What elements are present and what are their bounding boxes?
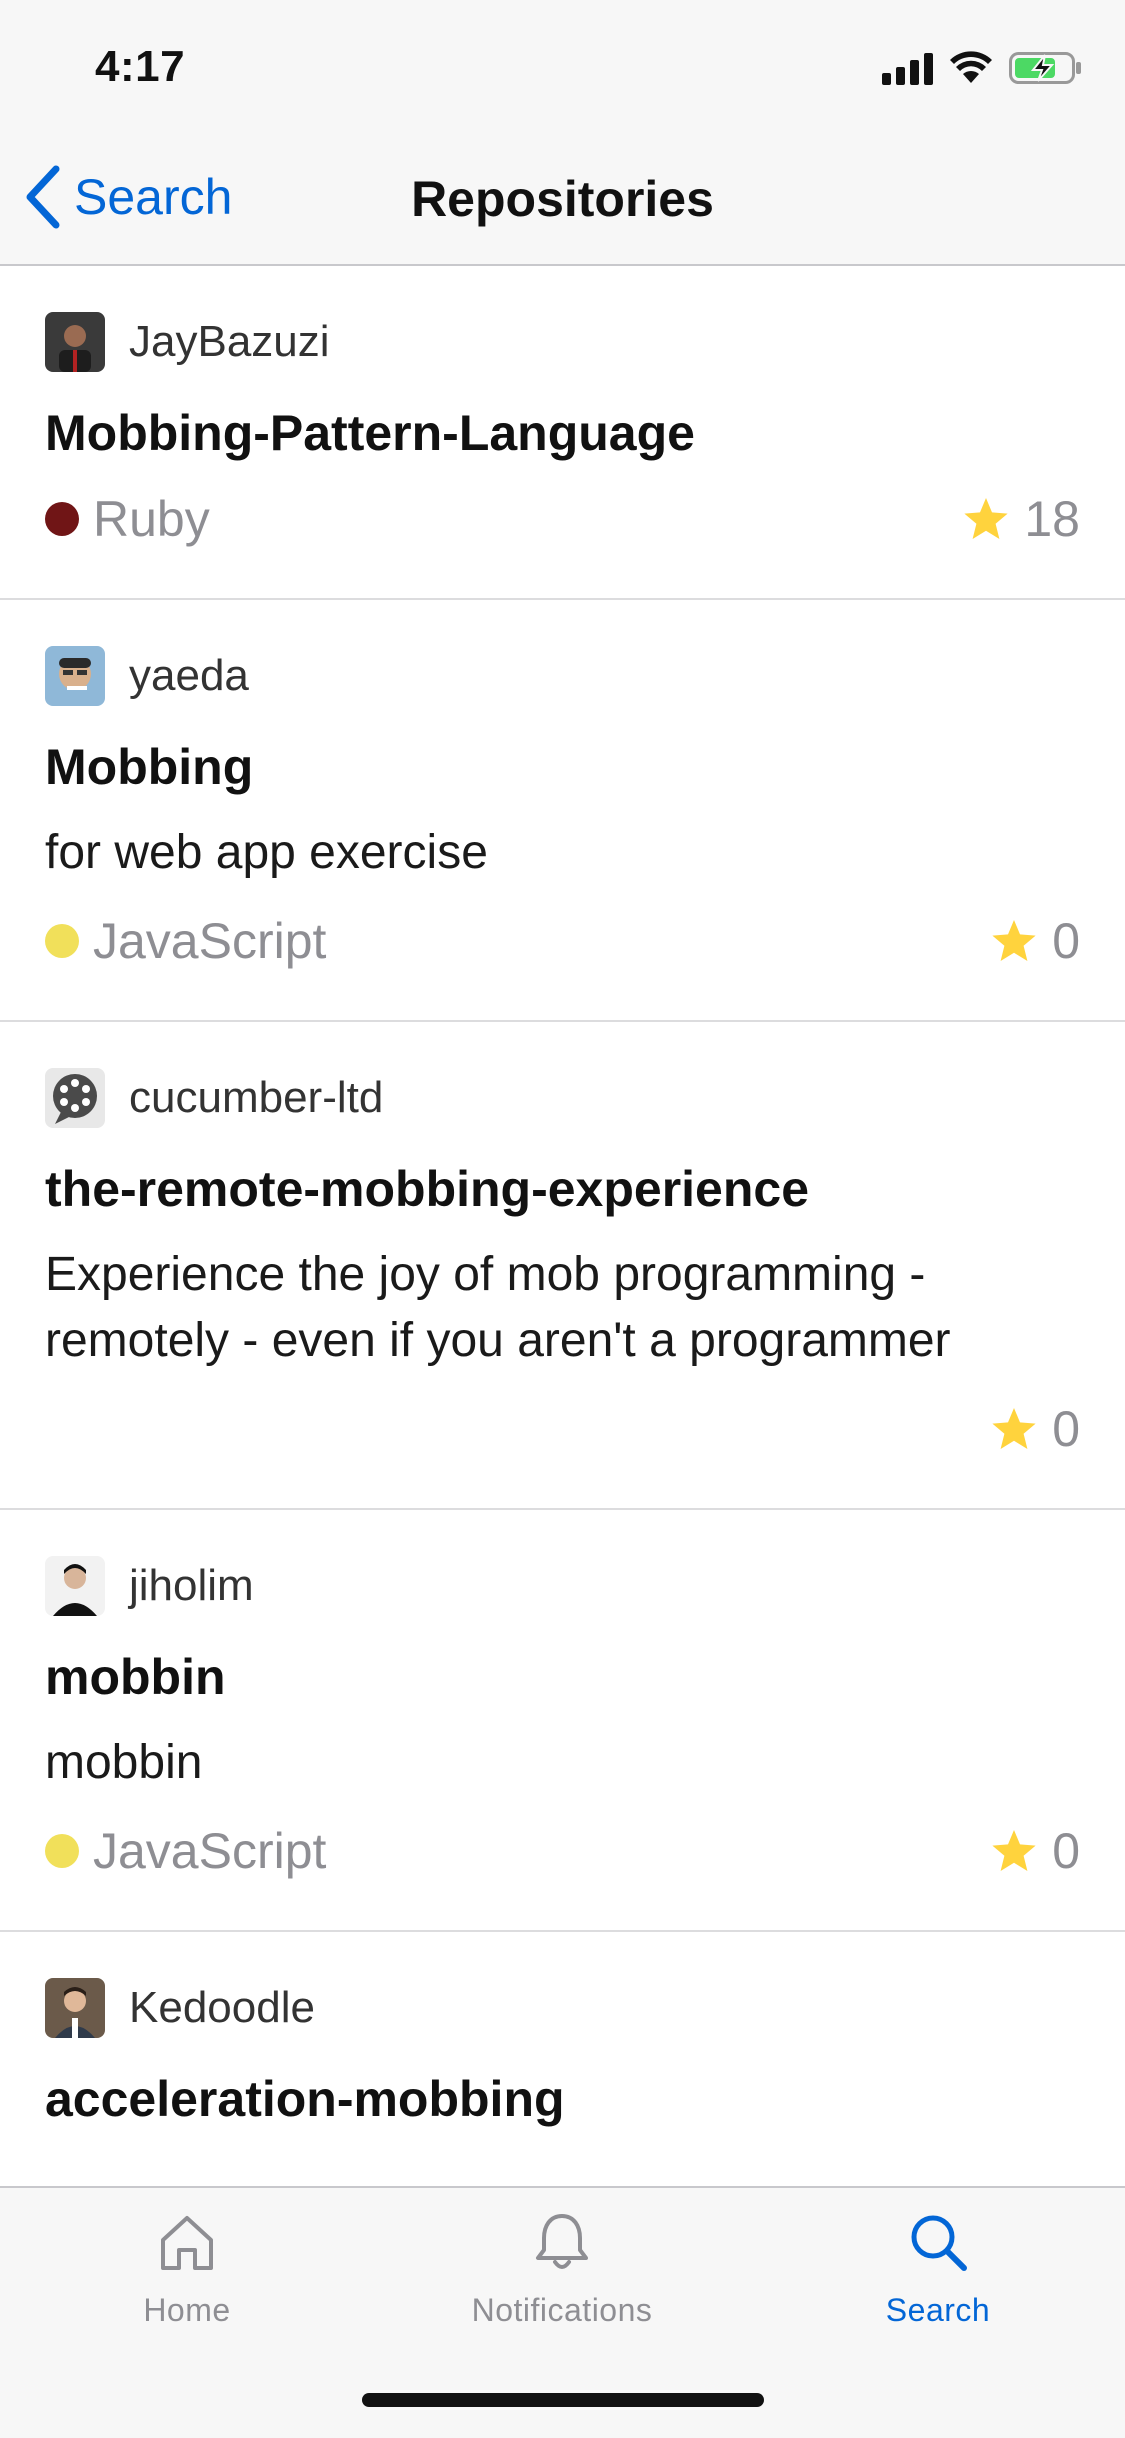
language-color-dot (45, 1834, 79, 1868)
repository-meta: JavaScript 0 (45, 906, 1080, 976)
star-count: 18 (1024, 491, 1080, 547)
repository-description: mobbin (45, 1736, 203, 1789)
language-label: JavaScript (93, 913, 327, 969)
tab-notifications-label: Notifications (471, 2292, 653, 2328)
bell-icon (536, 2214, 588, 2269)
avatar[interactable] (45, 1978, 105, 2038)
avatar[interactable] (45, 312, 105, 372)
star-icon (992, 920, 1036, 961)
star-count-group: 18 (962, 484, 1080, 554)
star-count: 0 (1052, 913, 1080, 969)
owner-row: Kedoodle (45, 1976, 1080, 2040)
repository-name[interactable]: the-remote-mobbing-experience (45, 1158, 1080, 1220)
repository-meta: Ruby 18 (45, 484, 1080, 554)
star-icon (992, 1830, 1036, 1871)
repository-description: Experience the joy of mob programming - … (45, 1248, 951, 1367)
star-icon (992, 1408, 1036, 1449)
owner-row: cucumber-ltd (45, 1066, 1080, 1130)
home-icon (161, 2216, 213, 2270)
star-count-group: 0 (990, 1394, 1080, 1464)
owner-row: JayBazuzi (45, 310, 1080, 374)
search-icon (911, 2215, 967, 2271)
star-count-group: 0 (990, 906, 1080, 976)
repository-description: for web app exercise (45, 826, 488, 879)
language-color-dot (45, 924, 79, 958)
avatar[interactable] (45, 646, 105, 706)
owner-name[interactable]: cucumber-ltd (129, 1073, 383, 1123)
avatar[interactable] (45, 1556, 105, 1616)
status-time: 4:17 (95, 42, 186, 91)
repository-meta: JavaScript 0 (45, 1816, 1080, 1886)
language-color-dot (45, 502, 79, 536)
status-icons (882, 50, 1083, 86)
tab-search[interactable]: Search (788, 2210, 1088, 2329)
repository-name[interactable]: acceleration-mobbing (45, 2068, 1080, 2130)
repository-row[interactable]: Kedoodle acceleration-mobbing (0, 1932, 1125, 2130)
wifi-icon (950, 51, 992, 83)
repository-name[interactable]: mobbin (45, 1646, 1080, 1708)
tab-notifications[interactable]: Notifications (412, 2210, 712, 2329)
repository-meta: 0 (45, 1394, 1080, 1464)
owner-row: jiholim (45, 1554, 1080, 1618)
owner-name[interactable]: JayBazuzi (129, 317, 330, 367)
avatar[interactable] (45, 1068, 105, 1128)
language-label: JavaScript (93, 1823, 327, 1879)
status-bar: 4:17 (0, 0, 1125, 132)
tab-search-label: Search (885, 2292, 991, 2328)
cellular-signal-icon (882, 51, 933, 85)
repository-row[interactable]: cucumber-ltd the-remote-mobbing-experien… (0, 1022, 1125, 1510)
repository-name[interactable]: Mobbing-Pattern-Language (45, 402, 1080, 464)
tab-home[interactable]: Home (37, 2210, 337, 2329)
owner-name[interactable]: jiholim (129, 1561, 254, 1611)
battery-charging-icon (1009, 52, 1081, 84)
repository-row[interactable]: jiholim mobbin mobbin JavaScript 0 (0, 1510, 1125, 1932)
page-title: Repositories (411, 171, 714, 227)
star-count: 0 (1052, 1823, 1080, 1879)
owner-row: yaeda (45, 644, 1080, 708)
owner-name[interactable]: Kedoodle (129, 1983, 315, 2033)
repository-list: JayBazuzi Mobbing-Pattern-Language Ruby … (0, 266, 1125, 2186)
owner-name[interactable]: yaeda (129, 651, 249, 701)
navigation-bar: Search Repositories (0, 132, 1125, 266)
home-indicator[interactable] (362, 2393, 764, 2407)
star-icon (964, 498, 1008, 539)
star-count: 0 (1052, 1401, 1080, 1457)
language-label: Ruby (93, 491, 210, 547)
tab-home-label: Home (143, 2292, 231, 2328)
repository-row[interactable]: yaeda Mobbing for web app exercise JavaS… (0, 600, 1125, 1022)
repository-name[interactable]: Mobbing (45, 736, 1080, 798)
repository-row[interactable]: JayBazuzi Mobbing-Pattern-Language Ruby … (0, 266, 1125, 600)
star-count-group: 0 (990, 1816, 1080, 1886)
